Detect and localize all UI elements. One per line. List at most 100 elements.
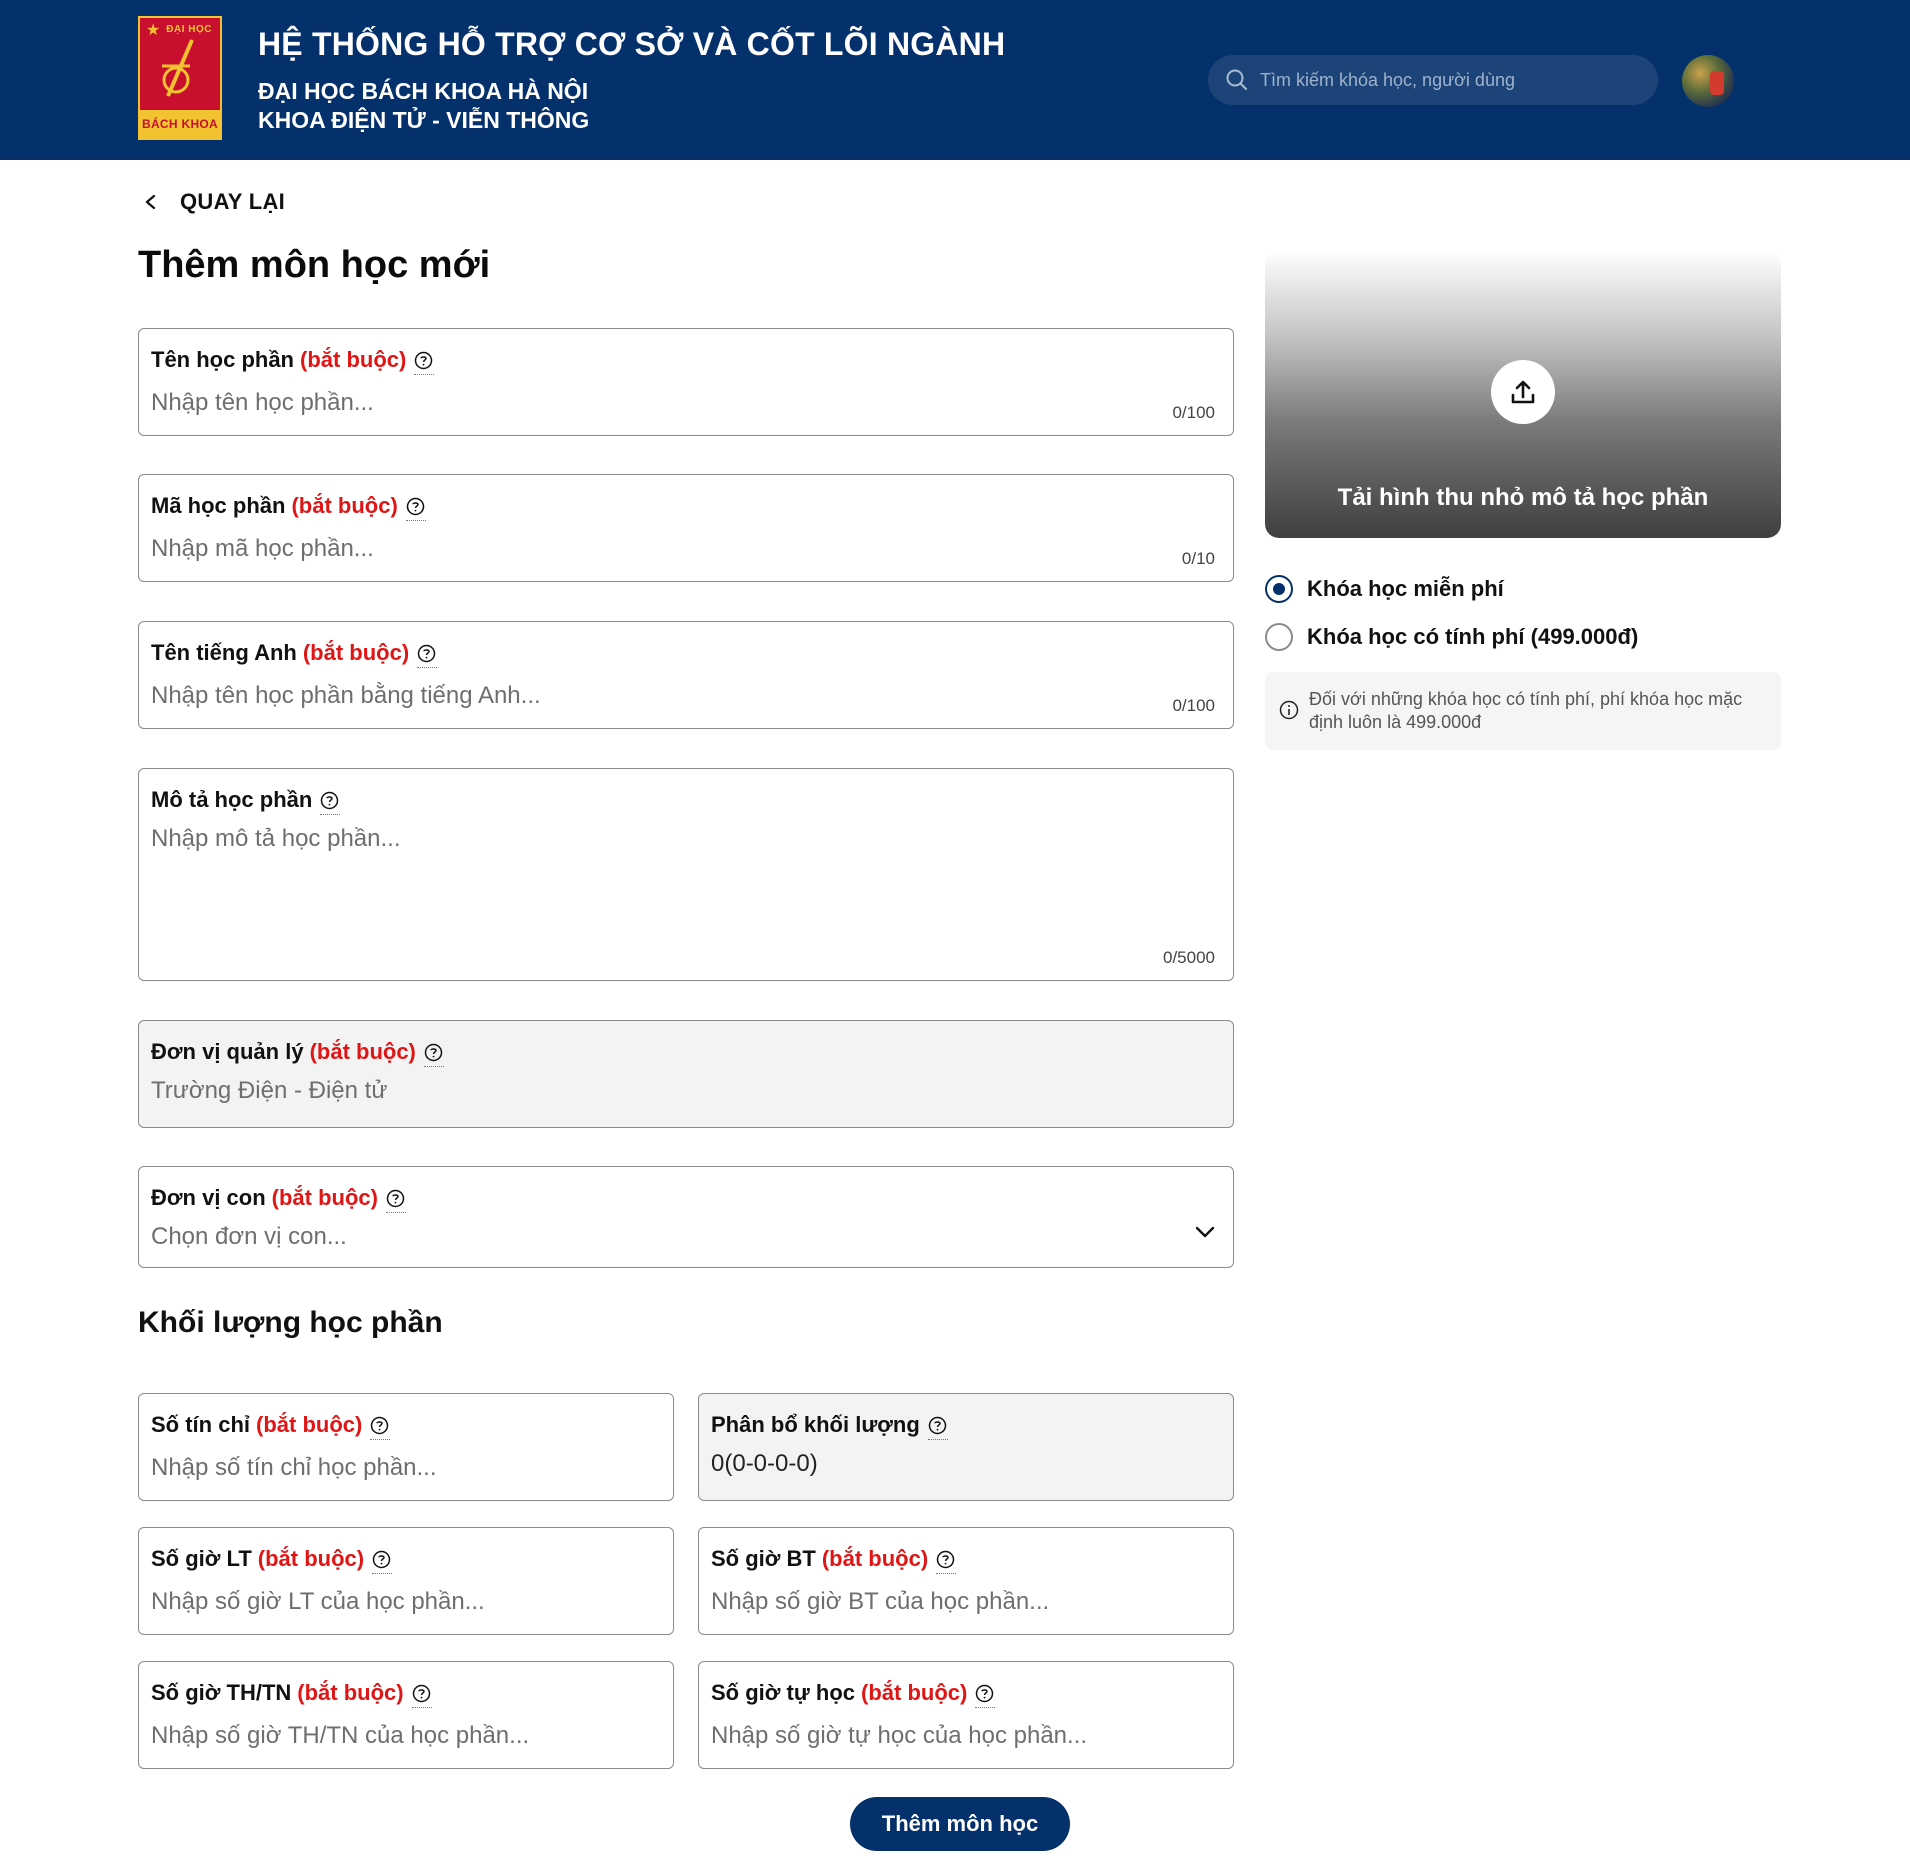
- logo-bottom-text: BÁCH KHOA: [140, 110, 220, 138]
- help-icon[interactable]: [975, 1683, 996, 1708]
- pricing-note-text: Đối với những khóa học có tính phí, phí …: [1309, 689, 1743, 732]
- paid-course-label: Khóa học có tính phí (499.000đ): [1307, 624, 1639, 649]
- help-icon[interactable]: [320, 790, 341, 815]
- theory-hours-label: Số giờ LT (bắt buộc): [151, 1546, 393, 1574]
- back-button[interactable]: QUAY LẠI: [144, 184, 285, 220]
- search-box[interactable]: [1208, 55, 1658, 105]
- sub-unit-placeholder: Chọn đơn vị con...: [151, 1223, 347, 1250]
- help-icon[interactable]: [414, 350, 435, 375]
- add-course-button[interactable]: Thêm môn học: [850, 1797, 1070, 1851]
- required-tag: (bắt buộc): [291, 493, 398, 518]
- required-tag: (bắt buộc): [300, 347, 407, 372]
- top-header: ★ ĐẠI HỌC BÁCH KHOA HỆ THỐNG HỖ TRỢ CƠ S…: [0, 0, 1910, 160]
- paid-course-radio[interactable]: [1265, 623, 1293, 651]
- help-icon[interactable]: [417, 643, 438, 668]
- back-chevron-icon: [145, 195, 156, 209]
- course-name-field[interactable]: Tên học phần (bắt buộc) 0/100: [138, 328, 1234, 436]
- managing-unit-field: Đơn vị quản lý (bắt buộc) Trường Điện - …: [138, 1020, 1234, 1128]
- credits-label: Số tín chỉ (bắt buộc): [151, 1412, 391, 1440]
- thumbnail-upload-area[interactable]: Tải hình thu nhỏ mô tả học phần: [1265, 250, 1781, 538]
- university-name: ĐẠI HỌC BÁCH KHOA HÀ NỘI: [258, 78, 589, 104]
- char-counter: 0/10: [1181, 549, 1215, 568]
- workload-section-title: Khối lượng học phần: [138, 1306, 443, 1339]
- managing-unit-label: Đơn vị quản lý (bắt buộc): [151, 1039, 444, 1067]
- label-text: Số giờ tự học: [711, 1680, 856, 1705]
- help-icon[interactable]: [411, 1683, 432, 1708]
- course-code-label: Mã học phần (bắt buộc): [151, 493, 426, 521]
- lab-hours-input[interactable]: [151, 1718, 651, 1754]
- label-text: Số giờ LT: [151, 1546, 252, 1571]
- free-course-option[interactable]: Khóa học miễn phí: [1265, 575, 1504, 603]
- help-icon[interactable]: [372, 1549, 393, 1574]
- label-text: Số giờ TH/TN: [151, 1680, 292, 1705]
- help-icon[interactable]: [936, 1549, 957, 1574]
- upload-button[interactable]: [1491, 360, 1555, 424]
- system-title: HỆ THỐNG HỖ TRỢ CƠ SỞ VÀ CỐT LÕI NGÀNH: [258, 26, 1006, 62]
- course-name-input[interactable]: [151, 385, 1151, 421]
- credits-input[interactable]: [151, 1450, 651, 1486]
- label-text: Phân bổ khối lượng: [711, 1412, 920, 1437]
- required-tag: (bắt buộc): [821, 1546, 929, 1571]
- required-tag: (bắt buộc): [256, 1412, 363, 1437]
- upload-icon: [1511, 380, 1535, 404]
- workload-distribution-field: Phân bổ khối lượng 0(0-0-0-0): [698, 1393, 1234, 1501]
- search-input[interactable]: [1260, 55, 1640, 105]
- required-tag: (bắt buộc): [271, 1185, 378, 1210]
- self-study-hours-input[interactable]: [711, 1718, 1211, 1754]
- free-course-radio[interactable]: [1265, 575, 1293, 603]
- help-icon[interactable]: [405, 496, 426, 521]
- english-name-field[interactable]: Tên tiếng Anh (bắt buộc) 0/100: [138, 621, 1234, 729]
- workload-distribution-value: 0(0-0-0-0): [711, 1450, 818, 1477]
- logo-top-text: ĐẠI HỌC: [166, 24, 212, 35]
- description-field[interactable]: Mô tả học phần 0/5000: [138, 768, 1234, 981]
- university-logo[interactable]: ★ ĐẠI HỌC BÁCH KHOA: [138, 16, 222, 140]
- label-text: Số giờ BT: [711, 1546, 816, 1571]
- char-counter: 0/100: [1172, 696, 1215, 715]
- exercise-hours-label: Số giờ BT (bắt buộc): [711, 1546, 957, 1574]
- english-name-label: Tên tiếng Anh (bắt buộc): [151, 640, 438, 668]
- theory-hours-field[interactable]: Số giờ LT (bắt buộc): [138, 1527, 674, 1635]
- pricing-note: Đối với những khóa học có tính phí, phí …: [1265, 672, 1781, 750]
- label-text: Tên tiếng Anh: [151, 640, 297, 665]
- exercise-hours-field[interactable]: Số giờ BT (bắt buộc): [698, 1527, 1234, 1635]
- workload-distribution-label: Phân bổ khối lượng: [711, 1412, 948, 1440]
- paid-course-option[interactable]: Khóa học có tính phí (499.000đ): [1265, 623, 1638, 651]
- char-counter: 0/5000: [1163, 948, 1215, 967]
- label-text: Mô tả học phần: [151, 787, 313, 812]
- credits-field[interactable]: Số tín chỉ (bắt buộc): [138, 1393, 674, 1501]
- required-tag: (bắt buộc): [297, 1680, 404, 1705]
- description-label: Mô tả học phần: [151, 787, 341, 815]
- required-tag: (bắt buộc): [309, 1039, 416, 1064]
- exercise-hours-input[interactable]: [711, 1584, 1211, 1620]
- label-text: Tên học phần: [151, 347, 294, 372]
- required-tag: (bắt buộc): [257, 1546, 365, 1571]
- course-code-field[interactable]: Mã học phần (bắt buộc) 0/10: [138, 474, 1234, 582]
- self-study-hours-field[interactable]: Số giờ tự học (bắt buộc): [698, 1661, 1234, 1769]
- lab-hours-label: Số giờ TH/TN (bắt buộc): [151, 1680, 432, 1708]
- user-avatar[interactable]: [1682, 55, 1734, 107]
- required-tag: (bắt buộc): [861, 1680, 968, 1705]
- label-text: Số tín chỉ: [151, 1412, 250, 1437]
- faculty-name: KHOA ĐIỆN TỬ - VIỄN THÔNG: [258, 107, 590, 133]
- help-icon[interactable]: [370, 1415, 391, 1440]
- description-textarea[interactable]: [151, 825, 1211, 935]
- english-name-input[interactable]: [151, 678, 1151, 714]
- lab-hours-field[interactable]: Số giờ TH/TN (bắt buộc): [138, 1661, 674, 1769]
- label-text: Đơn vị con: [151, 1185, 266, 1210]
- free-course-label: Khóa học miễn phí: [1307, 576, 1504, 601]
- chevron-down-icon[interactable]: [1195, 1225, 1215, 1239]
- help-icon[interactable]: [927, 1415, 948, 1440]
- course-code-input[interactable]: [151, 531, 1151, 567]
- char-counter: 0/100: [1172, 403, 1215, 422]
- help-icon[interactable]: [385, 1188, 406, 1213]
- theory-hours-input[interactable]: [151, 1584, 651, 1620]
- upload-label: Tải hình thu nhỏ mô tả học phần: [1337, 484, 1709, 511]
- search-icon: [1226, 69, 1247, 90]
- help-icon[interactable]: [423, 1042, 444, 1067]
- label-text: Đơn vị quản lý: [151, 1039, 304, 1064]
- label-text: Mã học phần: [151, 493, 286, 518]
- back-label: QUAY LẠI: [180, 189, 286, 214]
- required-tag: (bắt buộc): [302, 640, 410, 665]
- sub-unit-select[interactable]: Đơn vị con (bắt buộc) Chọn đơn vị con...: [138, 1166, 1234, 1268]
- page-title: Thêm môn học mới: [138, 244, 491, 286]
